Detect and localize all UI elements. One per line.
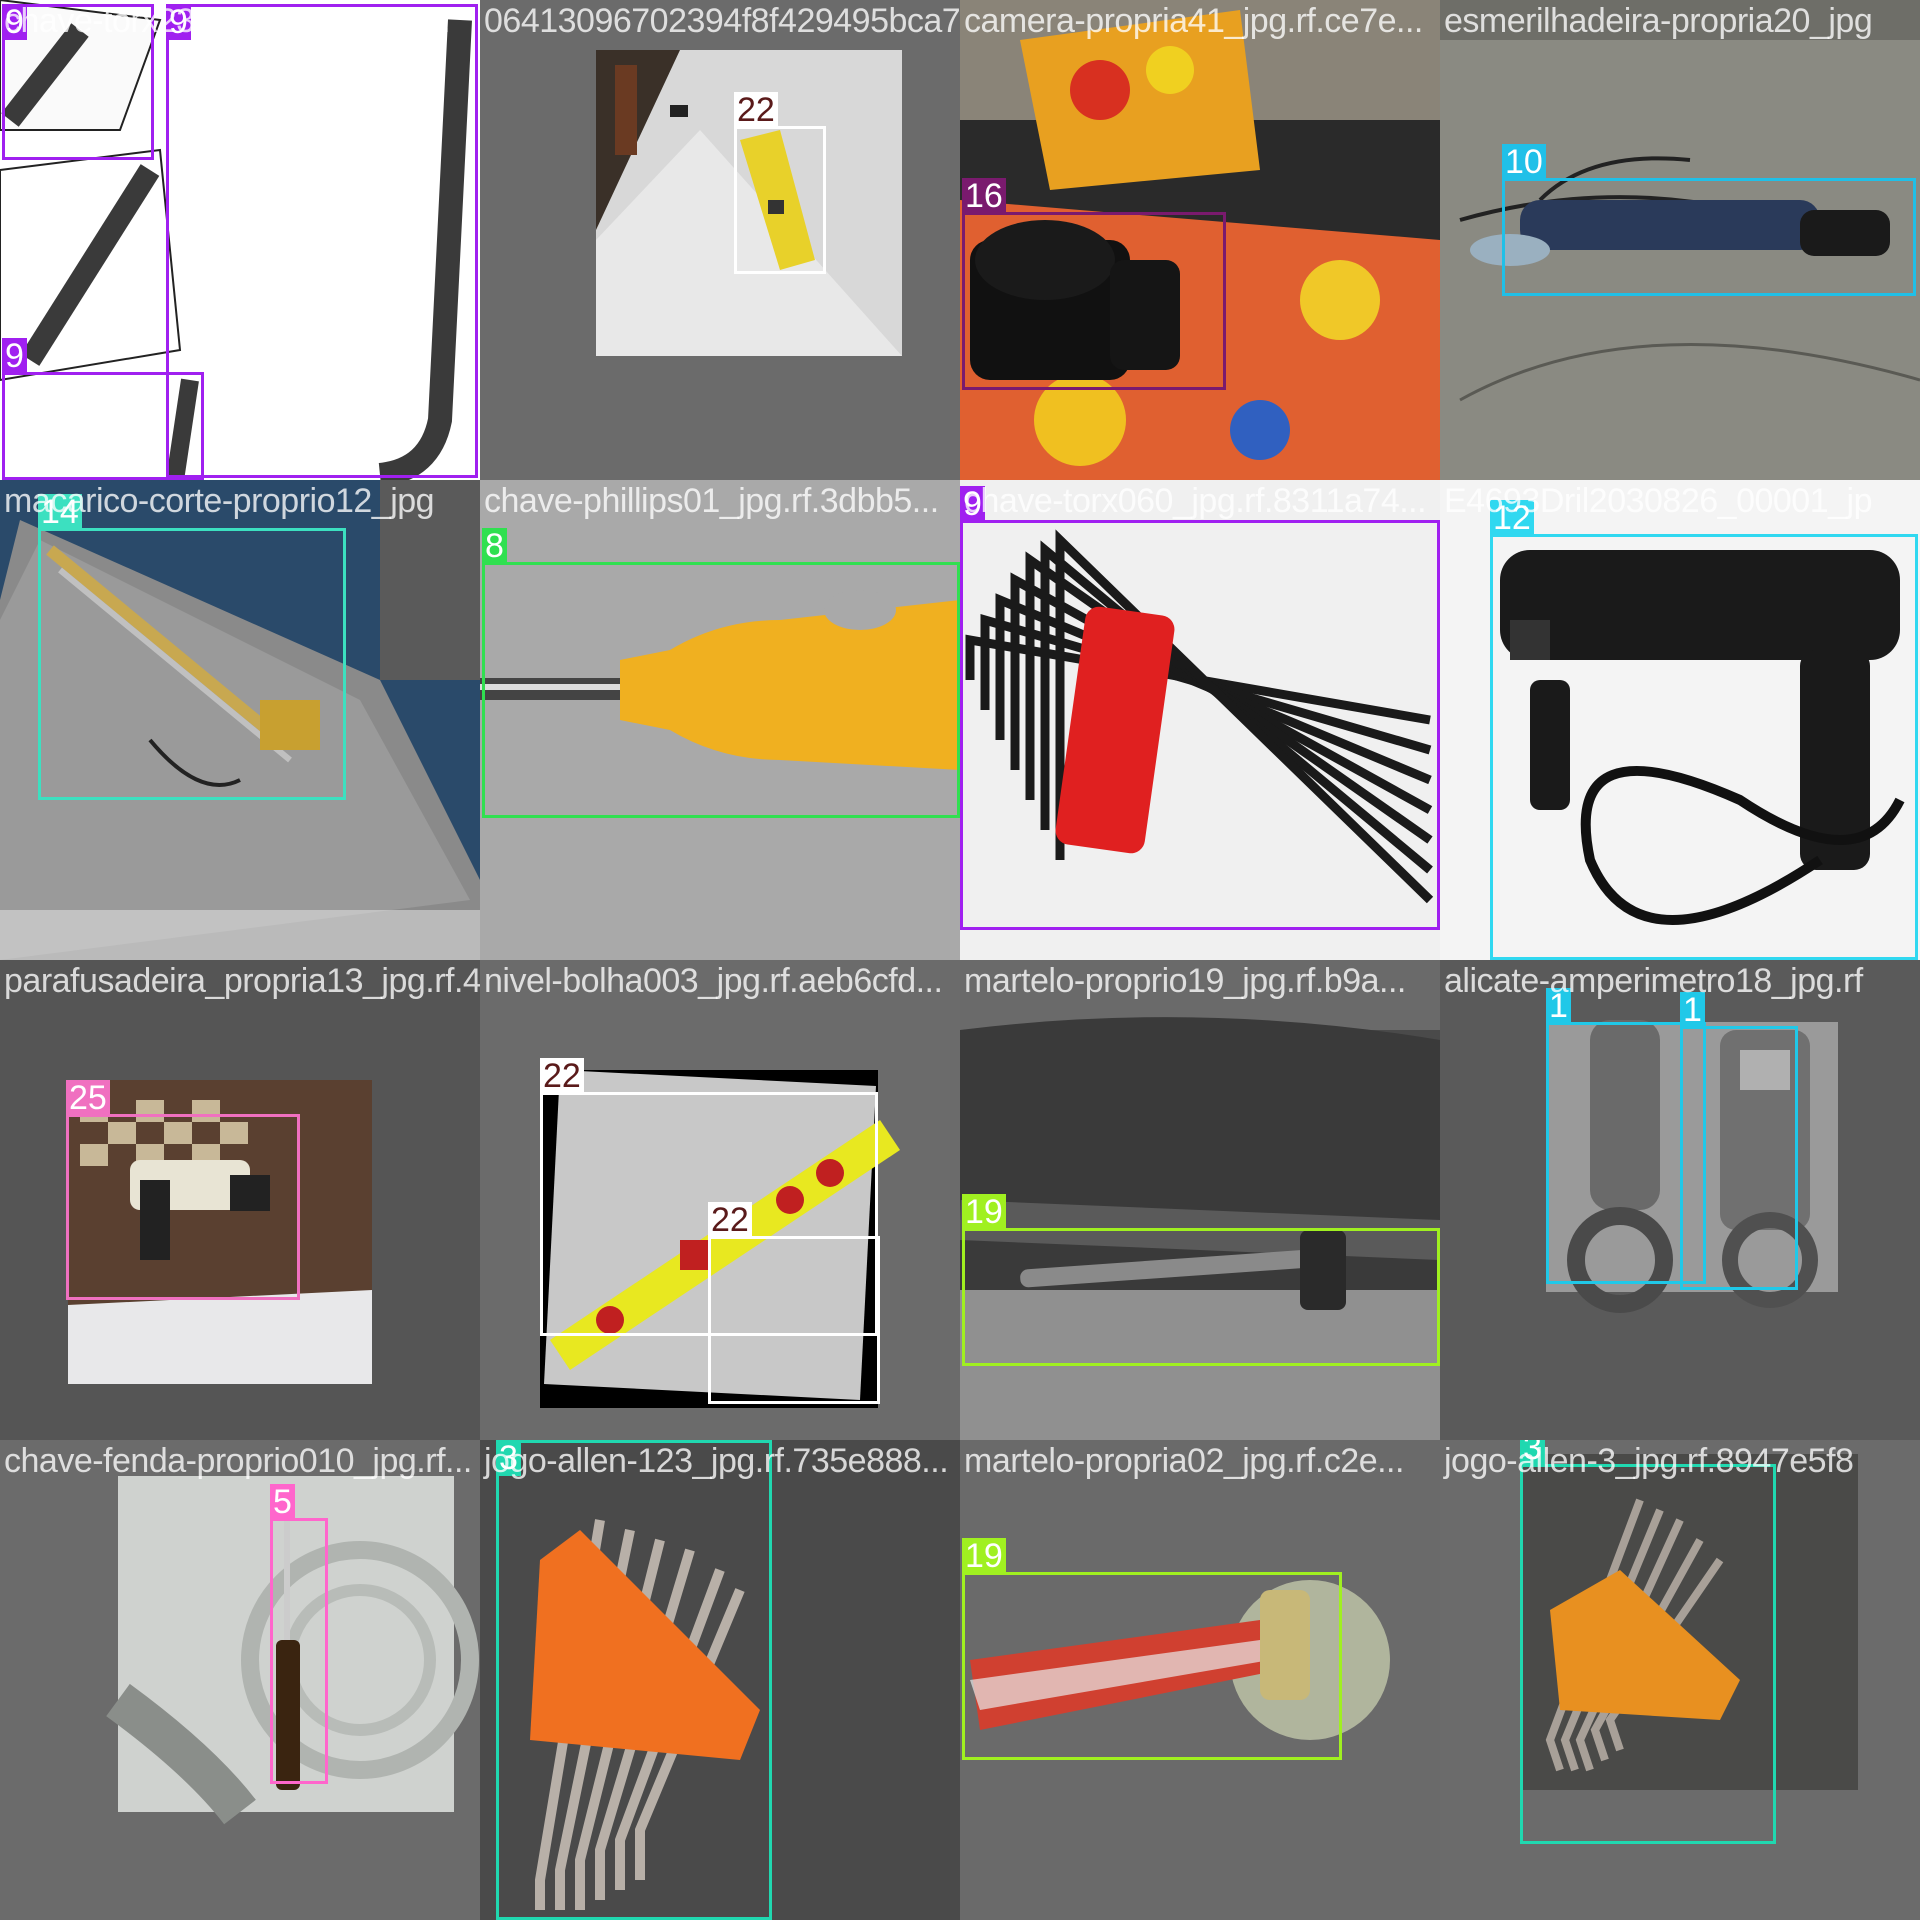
tile-1: 22 06413096702394f8f429495bca7... [480,0,960,480]
tile-0: 9 9 9 chave-torx23_jpg.rf.0149618... [0,0,480,480]
bbox-10 [1502,178,1916,296]
mosaic-grid: 9 9 9 chave-torx23_jpg.rf.0149618... 22 … [0,0,1920,1920]
tile-2: 16 camera-propria41_jpg.rf.ce7e... [960,0,1440,480]
tile-14: 19 martelo-propria02_jpg.rf.c2e... [960,1440,1440,1920]
bbox-label-19: 19 [962,1538,1006,1574]
bbox-label-22: 22 [734,92,778,128]
bbox-16 [962,212,1226,390]
tile-3: 10 esmerilhadeira-propria20_jpg [1440,0,1920,480]
bbox-9 [960,520,1440,930]
tile-filename: esmerilhadeira-propria20_jpg [1444,2,1873,40]
bbox-label-9: 9 [2,338,27,374]
tile-12: 5 chave-fenda-proprio010_jpg.rf... [0,1440,480,1920]
tile-filename: camera-propria41_jpg.rf.ce7e... [964,2,1423,40]
tile-1-photo [480,0,960,480]
bbox-label-10: 10 [1502,144,1546,180]
bbox-1 [1680,1026,1798,1290]
tile-filename: parafusadeira_propria13_jpg.rf.4... [4,962,480,1000]
bbox-label-16: 16 [962,178,1006,214]
tile-6: 9 chave-torx060_jpg.rf.8311a74... [960,480,1440,960]
bbox-3 [496,1440,772,1920]
tile-filename: chave-phillips01_jpg.rf.3dbb5... [484,482,939,520]
tile-filename: jogo-allen-3_jpg.rf.8947e5f8 [1444,1442,1854,1480]
tile-10: 19 martelo-proprio19_jpg.rf.b9a... [960,960,1440,1440]
bbox-19 [962,1572,1342,1760]
tile-filename: 06413096702394f8f429495bca7... [484,2,960,40]
tile-13: 3 jogo-allen-123_jpg.rf.735e888... [480,1440,960,1920]
tile-filename: martelo-propria02_jpg.rf.c2e... [964,1442,1404,1480]
tile-12-photo [0,1440,480,1920]
bbox-8 [482,562,960,818]
bbox-label-19: 19 [962,1194,1006,1230]
bbox-label-25: 25 [66,1080,110,1116]
bbox-14 [38,528,346,800]
tile-filename: jogo-allen-123_jpg.rf.735e888... [484,1442,949,1480]
tile-9: 22 22 nivel-bolha003_jpg.rf.aeb6cfd... [480,960,960,1440]
bbox-label-8: 8 [482,528,507,564]
tile-filename: E4693Dril2030826_00001_jp [1444,482,1873,520]
tile-filename: chave-fenda-proprio010_jpg.rf... [4,1442,472,1480]
tile-filename: alicate-amperimetro18_jpg.rf [1444,962,1863,1000]
bbox-12 [1490,534,1918,960]
tile-filename: nivel-bolha003_jpg.rf.aeb6cfd... [484,962,943,1000]
bbox-19 [962,1228,1440,1366]
bbox-9 [2,372,204,480]
bbox-label-22: 22 [540,1058,584,1094]
bbox-5 [270,1518,328,1784]
bbox-22 [734,126,826,274]
tile-4: 14 macarico-corte-proprio12_jpg [0,480,480,960]
bbox-22 [708,1236,880,1404]
tile-8: 25 parafusadeira_propria13_jpg.rf.4... [0,960,480,1440]
tile-10-photo [960,960,1440,1440]
tile-filename: chave-torx23_jpg.rf.0149618... [4,2,451,40]
bbox-9 [166,4,478,478]
bbox-25 [66,1114,300,1300]
tile-filename: chave-torx060_jpg.rf.8311a74... [964,482,1427,520]
tile-11: 1 1 alicate-amperimetro18_jpg.rf [1440,960,1920,1440]
bbox-3 [1520,1464,1776,1844]
tile-5: 8 chave-phillips01_jpg.rf.3dbb5... [480,480,960,960]
tile-filename: martelo-proprio19_jpg.rf.b9a... [964,962,1406,1000]
bbox-label-22: 22 [708,1202,752,1238]
tile-15: 3 jogo-allen-3_jpg.rf.8947e5f8 [1440,1440,1920,1920]
tile-filename: macarico-corte-proprio12_jpg [4,482,435,520]
bbox-label-5: 5 [270,1484,295,1520]
tile-7: 12 E4693Dril2030826_00001_jp [1440,480,1920,960]
